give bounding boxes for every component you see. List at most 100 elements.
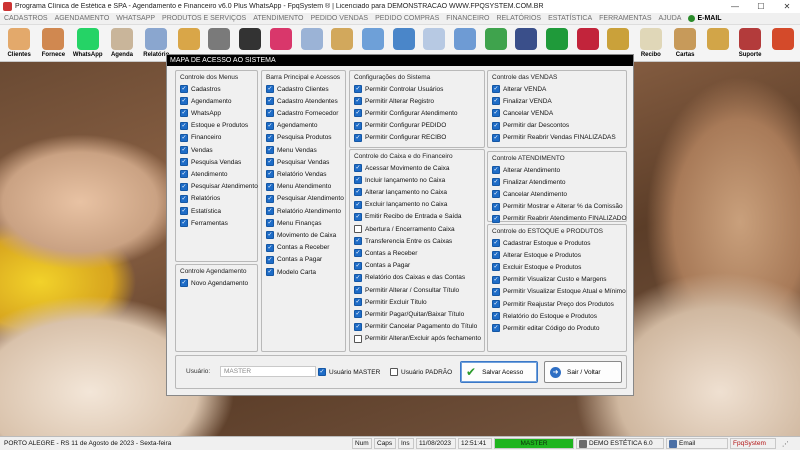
checkbox-estoque-e-produtos[interactable]: ✓ Estoque e Produtos <box>180 121 248 130</box>
menu-item-estat-stica[interactable]: ESTATÍSTICA <box>548 15 592 22</box>
checkbox-permitir-dar-descontos[interactable]: ✓ Permitir dar Descontos <box>492 121 569 130</box>
checkbox-permitir-alterar-consultar-t-tulo[interactable]: ✓ Permitir Alterar / Consultar Título <box>354 286 459 294</box>
toolbar-button-22[interactable] <box>703 27 732 60</box>
menu-item-cadastros[interactable]: CADASTROS <box>4 15 48 22</box>
menu-item-ajuda[interactable]: AJUDA <box>659 15 682 22</box>
menu-item-pedido-compras[interactable]: PEDIDO COMPRAS <box>375 15 439 22</box>
checkbox-menu-finan-as[interactable]: ✓ Menu Finanças <box>266 219 321 228</box>
checkbox-pesquisar-atendimento[interactable]: ✓ Pesquisar Atendimento <box>180 182 258 191</box>
checkbox-estat-stica[interactable]: ✓ Estatística <box>180 207 221 215</box>
toolbar-button-agenda[interactable]: Agenda <box>106 27 138 60</box>
checkbox-agendamento[interactable]: ✓ Agendamento <box>266 121 317 130</box>
menu-item-pedido-vendas[interactable]: PEDIDO VENDAS <box>311 15 369 22</box>
checkbox-vendas[interactable]: ✓ Vendas <box>180 146 213 154</box>
usuario-master-checkbox[interactable]: ✓ Usuário MASTER <box>318 368 380 376</box>
status-bar: PORTO ALEGRE - RS 11 de Agosto de 2023 -… <box>0 436 800 450</box>
checkbox-permitir-excluir-t-tulo[interactable]: ✓ Permitir Excluir Título <box>354 298 427 307</box>
checkbox-atendimento[interactable]: ✓ Atendimento <box>180 170 228 179</box>
checkbox-menu-vendas[interactable]: ✓ Menu Vendas <box>266 146 317 154</box>
checkbox-relat-rio-do-estoque-e-produtos[interactable]: ✓ Relatório do Estoque e Produtos <box>492 312 597 321</box>
checkbox-permitir-configurar-recibo[interactable]: ✓ Permitir Configurar RECIBO <box>354 133 446 142</box>
checkbox-ferramentas[interactable]: ✓ Ferramentas <box>180 219 228 228</box>
menu-item-relat-rios[interactable]: RELATÓRIOS <box>496 15 541 22</box>
checkbox-financeiro[interactable]: ✓ Financeiro <box>180 133 221 142</box>
toolbar-button-recibo[interactable]: Recibo <box>635 27 667 60</box>
checkbox-cadastros[interactable]: ✓ Cadastros <box>180 85 221 93</box>
usuario-field[interactable]: MASTER <box>220 366 316 377</box>
checkbox-agendamento[interactable]: ✓ Agendamento <box>180 97 231 106</box>
checkbox-relat-rio-vendas[interactable]: ✓ Relatório Vendas <box>266 170 327 179</box>
menu-item-agendamento[interactable]: AGENDAMENTO <box>55 15 110 22</box>
checkbox-cadastrar-estoque-e-produtos[interactable]: ✓ Cadastrar Estoque e Produtos <box>492 239 590 247</box>
checkbox-incluir-lan-amento-no-caixa[interactable]: ✓ Incluir lançamento no Caixa <box>354 176 445 185</box>
checkbox-pesquisa-produtos[interactable]: ✓ Pesquisa Produtos <box>266 133 332 142</box>
maximize-button[interactable]: ☐ <box>748 0 774 13</box>
checkbox-contas-a-pagar[interactable]: ✓ Contas a Pagar <box>266 255 322 264</box>
menu-item-financeiro[interactable]: FINANCEIRO <box>446 15 489 22</box>
checkbox-permitir-reajustar-pre-o-dos-produtos[interactable]: ✓ Permitir Reajustar Preço dos Produtos <box>492 300 614 308</box>
checkbox-permitir-mostrar-e-alterar-da-comiss-o[interactable]: ✓ Permitir Mostrar e Alterar % da Comissã… <box>492 202 623 211</box>
checkbox-movimento-de-caixa[interactable]: ✓ Movimento de Caixa <box>266 231 336 240</box>
checkbox-permitir-controlar-usu-rios[interactable]: ✓ Permitir Controlar Usuários <box>354 85 443 93</box>
exit-button[interactable]: ➜ Sair / Voltar <box>544 361 622 383</box>
menu-item-produtos-e-servi-os[interactable]: PRODUTOS E SERVIÇOS <box>162 15 246 22</box>
checkbox-excluir-estoque-e-produtos[interactable]: ✓ Excluir Estoque e Produtos <box>492 263 581 272</box>
checkbox-contas-a-receber[interactable]: ✓ Contas a Receber <box>354 249 417 258</box>
toolbar-button-whatsapp[interactable]: WhatsApp <box>72 27 104 60</box>
checkbox-pesquisar-vendas[interactable]: ✓ Pesquisar Vendas <box>266 158 329 167</box>
checkbox-menu-atendimento[interactable]: ✓ Menu Atendimento <box>266 182 331 191</box>
checkbox-relat-rio-atendimento[interactable]: ✓ Relatório Atendimento <box>266 207 341 215</box>
checkbox-emitir-recibo-de-entrada-e-sa-da[interactable]: ✓ Emitir Recibo de Entrada e Saída <box>354 212 461 221</box>
checkbox-permitir-alterar-registro[interactable]: ✓ Permitir Alterar Registro <box>354 97 434 106</box>
toolbar-button-cartas[interactable]: Cartas <box>669 27 701 60</box>
checkbox-alterar-estoque-e-produtos[interactable]: ✓ Alterar Estoque e Produtos <box>492 251 581 260</box>
checkbox-alterar-lan-amento-no-caixa[interactable]: ✓ Alterar lançamento no Caixa <box>354 188 447 197</box>
checkbox-excluir-lan-amento-no-caixa[interactable]: ✓ Excluir lançamento no Caixa <box>354 200 447 209</box>
checkbox-pesquisa-vendas[interactable]: ✓ Pesquisa Vendas <box>180 158 241 167</box>
checkbox-permitir-editar-c-digo-do-produto[interactable]: ✓ Permitir editar Código do Produto <box>492 324 599 333</box>
checkbox-permitir-configurar-pedido[interactable]: ✓ Permitir Configurar PEDIDO <box>354 121 446 130</box>
checkbox-permitir-visualizar-custo-e-margens[interactable]: ✓ Permitir Visualizar Custo e Margens <box>492 275 607 284</box>
checkbox-abertura-encerramento-caixa[interactable]: Abertura / Encerramento Caixa <box>354 225 455 233</box>
checkbox-relat-rios[interactable]: ✓ Relatórios <box>180 194 220 203</box>
menu-item-atendimento[interactable]: ATENDIMENTO <box>253 15 303 22</box>
status-email[interactable]: Email <box>666 438 728 449</box>
checkbox-modelo-carta[interactable]: ✓ Modelo Carta <box>266 268 316 276</box>
menu-item-email[interactable]: E-MAIL <box>688 15 722 22</box>
toolbar-button-clientes[interactable]: Clientes <box>3 27 35 60</box>
checkbox-whatsapp[interactable]: ✓ WhatsApp <box>180 109 221 118</box>
checkbox-alterar-venda[interactable]: ✓ Alterar VENDA <box>492 85 546 93</box>
checkbox-permitir-cancelar-pagamento-do-t-tulo[interactable]: ✓ Permitir Cancelar Pagamento do Título <box>354 322 477 331</box>
resize-grip-icon[interactable]: ⋰ <box>780 438 794 449</box>
checkbox-permitir-reabrir-vendas-finalizadas[interactable]: ✓ Permitir Reabrir Vendas FINALIZADAS <box>492 133 616 142</box>
checkbox-cancelar-venda[interactable]: ✓ Cancelar VENDA <box>492 109 553 118</box>
checkbox-finalizar-atendimento[interactable]: ✓ Finalizar Atendimento <box>492 178 566 187</box>
checkbox-contas-a-receber[interactable]: ✓ Contas a Receber <box>266 243 329 252</box>
toolbar-button-suporte[interactable]: Suporte <box>734 27 766 60</box>
checkbox-permitir-pagar-quitar-baixar-t-tulo[interactable]: ✓ Permitir Pagar/Quitar/Baixar Título <box>354 310 464 319</box>
checkbox-permitir-visualizar-estoque-atual-e-m-nimo[interactable]: ✓ Permitir Visualizar Estoque Atual e Mín… <box>492 287 626 296</box>
toolbar-button-fornece[interactable]: Fornece <box>37 27 69 60</box>
usuario-padrao-checkbox[interactable]: Usuário PADRÃO <box>390 368 452 376</box>
menu-item-ferramentas[interactable]: FERRAMENTAS <box>599 15 651 22</box>
checkbox-cadastro-clientes[interactable]: ✓ Cadastro Clientes <box>266 85 329 93</box>
checkbox-relat-rio-dos-caixas-e-das-contas[interactable]: ✓ Relatório dos Caixas e das Contas <box>354 273 465 282</box>
checkbox-acessar-movimento-de-caixa[interactable]: ✓ Acessar Movimento de Caixa <box>354 164 450 172</box>
checkbox-cadastro-atendentes[interactable]: ✓ Cadastro Atendentes <box>266 97 338 106</box>
checkbox-permitir-configurar-atendimento[interactable]: ✓ Permitir Configurar Atendimento <box>354 109 458 118</box>
checkbox-contas-a-pagar[interactable]: ✓ Contas a Pagar <box>354 261 410 270</box>
checkbox-cancelar-atendimento[interactable]: ✓ Cancelar Atendimento <box>492 190 567 199</box>
checkbox-alterar-atendimento[interactable]: ✓ Alterar Atendimento <box>492 166 560 174</box>
checkbox-permitir-reabrir-atendimento-finalizado[interactable]: ✓ Permitir Reabrir Atendimento FINALIZADO <box>492 214 627 223</box>
checkbox-pesquisar-atendimento[interactable]: ✓ Pesquisar Atendimento <box>266 194 344 203</box>
checkbox-finalizar-venda[interactable]: ✓ Finalizar VENDA <box>492 97 552 106</box>
checkbox-permitir-alterar-excluir-ap-s-fechamento[interactable]: Permitir Alterar/Excluir após fechamento <box>354 334 481 343</box>
save-access-button[interactable]: ✔ Salvar Acesso <box>460 361 538 383</box>
checkbox-transferencia-entre-os-caixas[interactable]: ✓ Transferencia Entre os Caixas <box>354 237 452 246</box>
checkbox-cadastro-fornecedor[interactable]: ✓ Cadastro Fornecedor <box>266 109 338 118</box>
menu-item-whatsapp[interactable]: WHATSAPP <box>116 15 155 22</box>
toolbar-button-24[interactable] <box>768 27 797 60</box>
close-button[interactable]: ✕ <box>774 0 800 13</box>
minimize-button[interactable]: — <box>722 0 748 13</box>
checkbox-novo-agendamento[interactable]: ✓ Novo Agendamento <box>180 279 248 287</box>
